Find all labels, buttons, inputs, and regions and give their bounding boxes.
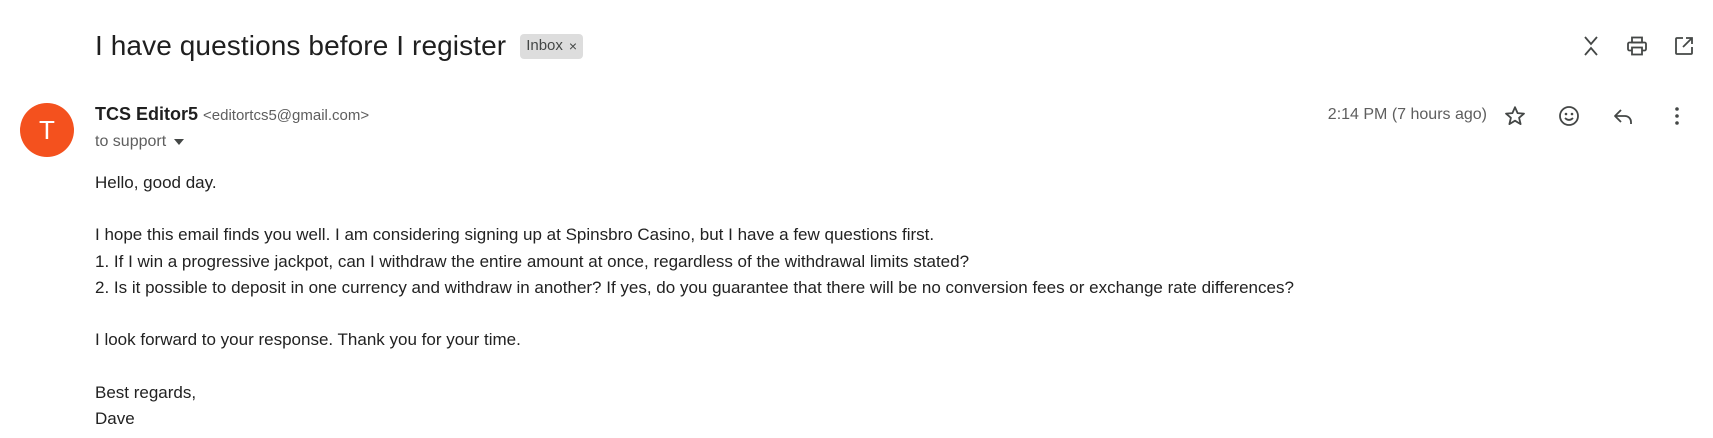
sender-email: <editortcs5@gmail.com> <box>203 107 370 124</box>
print-icon[interactable] <box>1619 28 1655 64</box>
message-body: Hello, good day. I hope this email finds… <box>95 170 1595 432</box>
thread-actions <box>1573 28 1713 64</box>
sender-line: TCS Editor5 <editortcs5@gmail.com> <box>95 104 369 125</box>
recipient-line: to support <box>95 133 185 151</box>
remove-label-icon[interactable]: × <box>569 38 577 54</box>
email-subject: I have questions before I register <box>95 30 507 61</box>
subject-row: I have questions before I register Inbox… <box>95 24 584 68</box>
open-in-new-window-icon[interactable] <box>1666 28 1702 64</box>
show-details-chevron-down-icon[interactable] <box>174 139 185 145</box>
emoji-react-icon[interactable] <box>1551 98 1587 134</box>
star-icon[interactable] <box>1497 98 1533 134</box>
sender-name[interactable]: TCS Editor5 <box>95 104 198 125</box>
more-options-icon[interactable] <box>1659 98 1695 134</box>
message-timestamp: 2:14 PM (7 hours ago) <box>1327 106 1487 123</box>
inbox-label-chip[interactable]: Inbox × <box>520 33 584 59</box>
body-line-3: 2. Is it possible to deposit in one curr… <box>95 277 1294 297</box>
sender-avatar[interactable]: T <box>20 103 74 157</box>
body-greeting: Hello, good day. <box>95 173 217 192</box>
body-signature: Dave <box>95 408 135 428</box>
recipient-text: to support <box>95 133 167 150</box>
reply-icon[interactable] <box>1605 98 1641 134</box>
body-signoff: Best regards, <box>95 382 197 402</box>
avatar-letter: T <box>39 114 55 145</box>
body-line-2: 1. If I win a progressive jackpot, can I… <box>95 251 970 271</box>
body-closing: I look forward to your response. Thank y… <box>95 330 521 350</box>
body-line-1: I hope this email finds you well. I am c… <box>95 225 935 245</box>
label-text: Inbox <box>526 37 563 54</box>
message-actions <box>1483 98 1713 134</box>
collapse-all-icon[interactable] <box>1573 28 1609 64</box>
